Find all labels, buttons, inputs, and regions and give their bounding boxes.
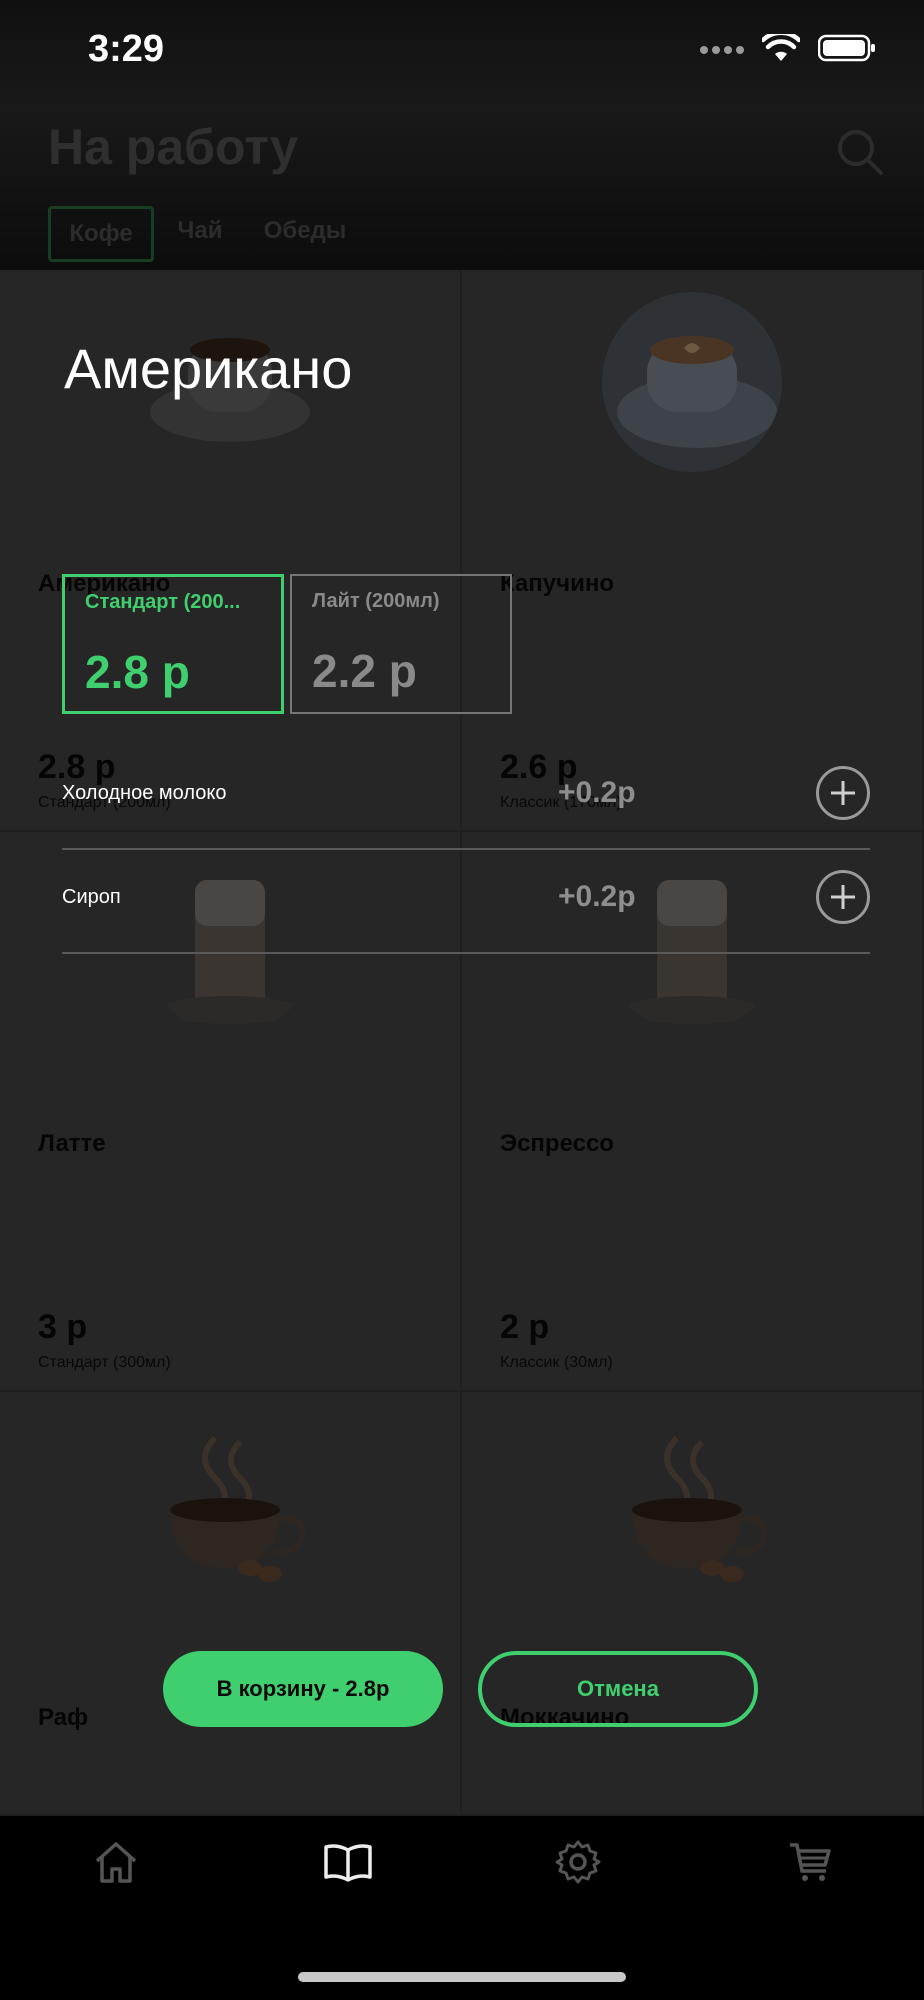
addon-price: +0.2р xyxy=(558,776,636,809)
signal-icon xyxy=(700,42,744,60)
product-size: Классик (30мл) xyxy=(500,1354,613,1371)
cancel-button[interactable]: Отмена xyxy=(478,1651,758,1727)
cart-icon xyxy=(790,1843,831,1881)
plus-icon xyxy=(831,781,855,805)
nav-settings[interactable] xyxy=(538,1832,618,1892)
nav-menu[interactable] xyxy=(308,1832,388,1892)
status-time: 3:29 xyxy=(88,28,165,70)
product-name: Капучино xyxy=(500,570,614,597)
product-name: Эспрессо xyxy=(500,1130,614,1157)
modal-title: Американо xyxy=(64,337,353,400)
home-icon xyxy=(95,1842,137,1883)
cappuccino-image xyxy=(602,292,782,472)
search-icon[interactable] xyxy=(836,128,884,181)
plus-icon xyxy=(831,885,855,909)
gear-icon xyxy=(555,1840,601,1884)
status-icons xyxy=(700,30,876,67)
size-label: Стандарт (200... xyxy=(85,591,241,613)
add-to-cart-button[interactable]: В корзину - 2.8р xyxy=(163,1651,443,1727)
size-price: 2.8 р xyxy=(85,646,190,698)
product-card-mochaccino[interactable]: Моккачино xyxy=(462,1392,924,1816)
tab-lunch[interactable]: Обеды xyxy=(260,206,350,256)
size-option-standard[interactable]: Стандарт (200... 2.8 р xyxy=(62,574,284,714)
addon-name: Сироп xyxy=(62,886,121,908)
size-label: Лайт (200мл) xyxy=(312,590,440,612)
nav-cart[interactable] xyxy=(770,1832,850,1892)
size-price: 2.2 р xyxy=(312,645,417,697)
product-size: Стандарт (300мл) xyxy=(38,1354,171,1371)
home-indicator xyxy=(298,1972,626,1982)
addon-name: Холодное молоко xyxy=(62,782,227,804)
wifi-icon xyxy=(760,30,802,67)
nav-home[interactable] xyxy=(76,1832,156,1892)
addon-cold-milk: Холодное молоко +0.2р xyxy=(62,744,870,850)
raf-image xyxy=(140,1418,320,1598)
add-addon-button[interactable] xyxy=(816,766,870,820)
add-addon-button[interactable] xyxy=(816,870,870,924)
addon-price: +0.2р xyxy=(558,880,636,913)
product-price: 3 р xyxy=(38,1308,88,1346)
tab-coffee[interactable]: Кофе xyxy=(48,206,154,262)
product-card-raf[interactable]: Раф xyxy=(0,1392,462,1816)
tab-tea[interactable]: Чай xyxy=(170,206,230,256)
screen-title: На работу xyxy=(48,119,298,175)
product-name: Латте xyxy=(38,1130,106,1157)
product-price: 2 р xyxy=(500,1308,550,1346)
size-option-light[interactable]: Лайт (200мл) 2.2 р xyxy=(290,574,512,714)
addon-syrup: Сироп +0.2р xyxy=(62,848,870,954)
product-name: Раф xyxy=(38,1704,89,1731)
book-icon xyxy=(324,1844,372,1882)
product-grid: Американо 2.8 р Стандарт (200мл) Капучин… xyxy=(0,270,924,1816)
battery-icon xyxy=(817,34,876,67)
mochaccino-image xyxy=(602,1418,782,1598)
